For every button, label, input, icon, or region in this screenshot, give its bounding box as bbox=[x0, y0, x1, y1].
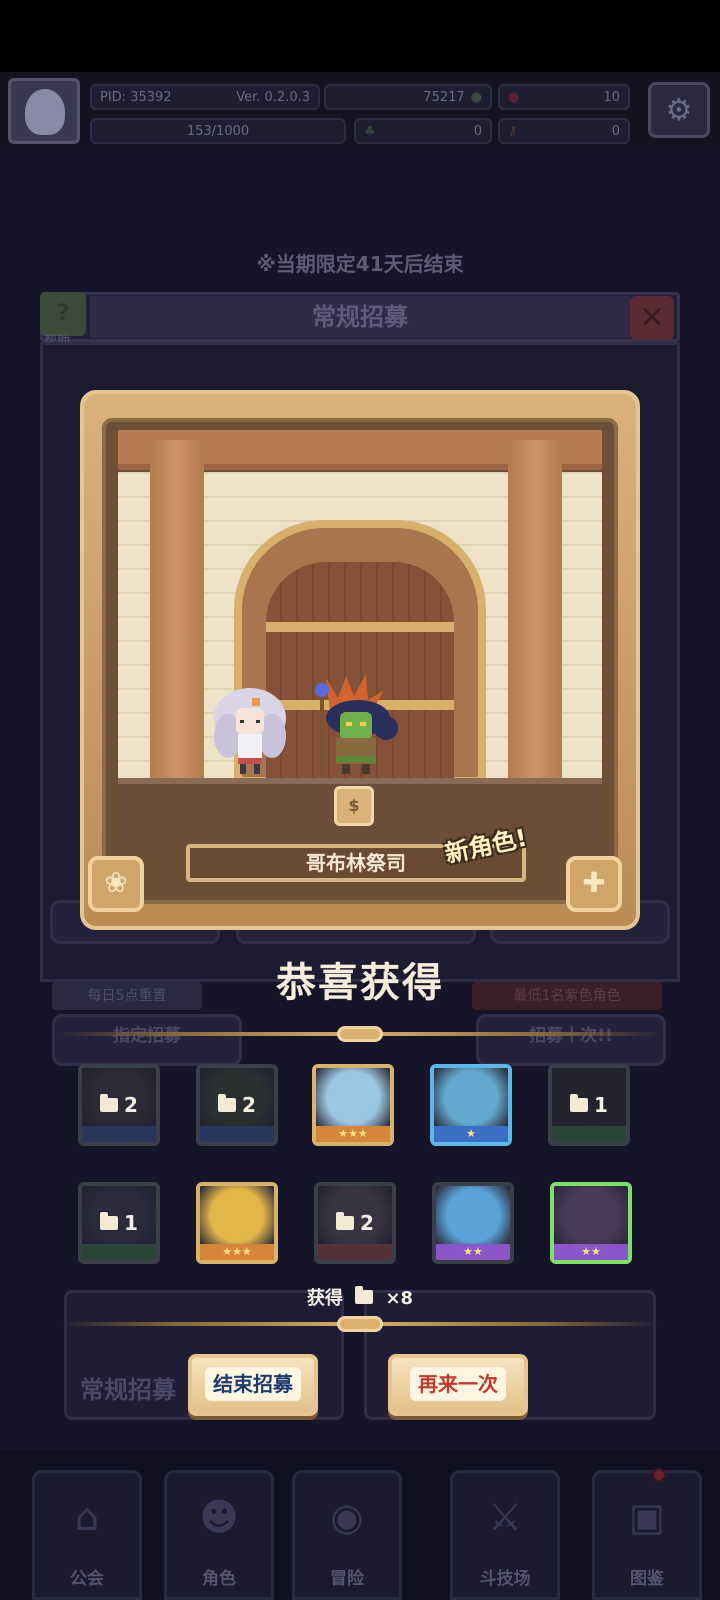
congrats-title: 恭喜获得 bbox=[276, 960, 444, 1006]
bottom-divider-ornament bbox=[337, 1316, 383, 1332]
coin-value: 75217 bbox=[423, 89, 465, 105]
result-card[interactable]: 2 bbox=[314, 1182, 396, 1264]
regular-banner-label: 常规招募 bbox=[80, 1376, 176, 1404]
result-card[interactable]: ★★ bbox=[550, 1182, 632, 1264]
result-card[interactable]: 2 bbox=[196, 1064, 278, 1146]
obtain-count: ×8 bbox=[385, 1288, 414, 1309]
card-rarity-strip: ★ bbox=[434, 1126, 508, 1142]
nav-label: 公会 bbox=[70, 1569, 104, 1589]
ten-pull-button: 招募十次!! bbox=[476, 1014, 666, 1066]
end-recruit-label: 结束招募 bbox=[205, 1367, 301, 1401]
right-pillar bbox=[508, 440, 562, 785]
gem-icon: ● bbox=[508, 89, 520, 105]
limit-notice: ※当期限定41天后结束 bbox=[256, 252, 464, 276]
settings-gear-icon[interactable]: ⚙ bbox=[648, 82, 710, 138]
cross-ornament-icon: ✚ bbox=[566, 856, 622, 912]
resource-two-value: 0 bbox=[611, 123, 620, 139]
status-bar bbox=[0, 0, 720, 72]
key-icon: ⚷ bbox=[508, 123, 518, 139]
guild-icon: ⌂ bbox=[74, 1495, 100, 1539]
shard-icon bbox=[570, 1094, 589, 1112]
shard-count: 2 bbox=[124, 1093, 138, 1117]
shard-icon bbox=[218, 1094, 237, 1112]
obtain-summary: 获得 ×8 bbox=[0, 1284, 720, 1310]
result-card[interactable]: ★★★ bbox=[196, 1182, 278, 1264]
exp-bar: 153/1000 bbox=[90, 118, 346, 144]
shard-icon bbox=[100, 1094, 119, 1112]
gacha-result-screen: PID: 35392 Ver. 0.2.0.3 75217 ● ● 10 153… bbox=[0, 0, 720, 1600]
nav-label: 斗技场 bbox=[479, 1569, 531, 1589]
duplicate-shard-overlay: 1 bbox=[82, 1186, 156, 1260]
designated-recruit-button: 指定招募 bbox=[52, 1014, 242, 1066]
coin-icon: ● bbox=[470, 89, 482, 105]
left-pillar bbox=[150, 440, 204, 785]
result-card[interactable]: 2 bbox=[78, 1064, 160, 1146]
shard-count: 2 bbox=[242, 1093, 256, 1117]
recruit-again-button[interactable]: 再来一次 bbox=[388, 1354, 528, 1416]
version-text: Ver. 0.2.0.3 bbox=[236, 89, 310, 105]
banner-title: 常规招募 bbox=[90, 296, 630, 338]
card-rarity-strip: ★★★ bbox=[316, 1126, 390, 1142]
card-rarity-strip: ★★ bbox=[554, 1244, 628, 1260]
notification-dot bbox=[652, 1468, 666, 1482]
obtain-label: 获得 bbox=[306, 1288, 343, 1309]
gem-counter: ● 10 bbox=[498, 84, 630, 110]
adventure-icon: ◉ bbox=[330, 1495, 364, 1539]
shard-count: 2 bbox=[360, 1211, 374, 1235]
resource-two: ⚷ 0 bbox=[498, 118, 630, 144]
duplicate-shard-overlay: 2 bbox=[82, 1068, 156, 1142]
result-card[interactable]: ★★ bbox=[432, 1182, 514, 1264]
pid-display: PID: 35392 Ver. 0.2.0.3 bbox=[90, 84, 320, 110]
nav-guild[interactable]: ⌂ 公会 bbox=[32, 1470, 142, 1600]
gem-value: 10 bbox=[603, 89, 620, 105]
duplicate-shard-overlay: 2 bbox=[318, 1186, 392, 1260]
duplicate-shard-overlay: 1 bbox=[552, 1068, 626, 1142]
nav-label: 角色 bbox=[202, 1569, 236, 1589]
result-card[interactable]: 1 bbox=[548, 1064, 630, 1146]
shard-icon bbox=[336, 1212, 355, 1230]
pid-text: PID: 35392 bbox=[100, 89, 172, 105]
card-rarity-strip: ★★ bbox=[436, 1244, 510, 1260]
white-haired-girl-sprite bbox=[214, 688, 286, 774]
goblin-priest-sprite bbox=[315, 674, 398, 774]
resource-one-value: 0 bbox=[473, 123, 482, 139]
clover-icon: ♣ bbox=[364, 123, 376, 139]
door-bar-top bbox=[266, 622, 454, 632]
shard-icon bbox=[100, 1212, 119, 1230]
nav-character[interactable]: ☻ 角色 bbox=[164, 1470, 274, 1600]
codex-icon: ▣ bbox=[629, 1495, 665, 1539]
card-rarity-strip: ★★★ bbox=[200, 1244, 274, 1260]
shard-count: 1 bbox=[124, 1211, 138, 1235]
top-divider-ornament bbox=[337, 1026, 383, 1042]
nav-arena[interactable]: ⚔ 斗技场 bbox=[450, 1470, 560, 1600]
nav-label: 图鉴 bbox=[630, 1569, 664, 1589]
nav-label: 冒险 bbox=[330, 1569, 364, 1589]
coin-counter: 75217 ● bbox=[324, 84, 492, 110]
result-card[interactable]: ★ bbox=[430, 1064, 512, 1146]
recruit-again-label: 再来一次 bbox=[410, 1367, 506, 1401]
coin-emblem-icon: $ bbox=[334, 786, 374, 826]
character-icon: ☻ bbox=[199, 1495, 239, 1539]
player-avatar[interactable] bbox=[8, 78, 80, 144]
exp-text: 153/1000 bbox=[186, 123, 250, 139]
duplicate-shard-overlay: 2 bbox=[200, 1068, 274, 1142]
close-icon[interactable]: × bbox=[630, 296, 674, 340]
arena-icon: ⚔ bbox=[487, 1495, 523, 1539]
resource-one: ♣ 0 bbox=[354, 118, 492, 144]
shard-count: 1 bbox=[594, 1093, 608, 1117]
paw-icon[interactable]: ❀ bbox=[88, 856, 144, 912]
result-card[interactable]: ★★★ bbox=[312, 1064, 394, 1146]
end-recruit-button[interactable]: 结束招募 bbox=[188, 1354, 318, 1416]
shard-icon bbox=[355, 1286, 374, 1304]
result-card[interactable]: 1 bbox=[78, 1182, 160, 1264]
nav-codex[interactable]: ▣ 图鉴 bbox=[592, 1470, 702, 1600]
nav-adventure[interactable]: ◉ 冒险 bbox=[292, 1470, 402, 1600]
